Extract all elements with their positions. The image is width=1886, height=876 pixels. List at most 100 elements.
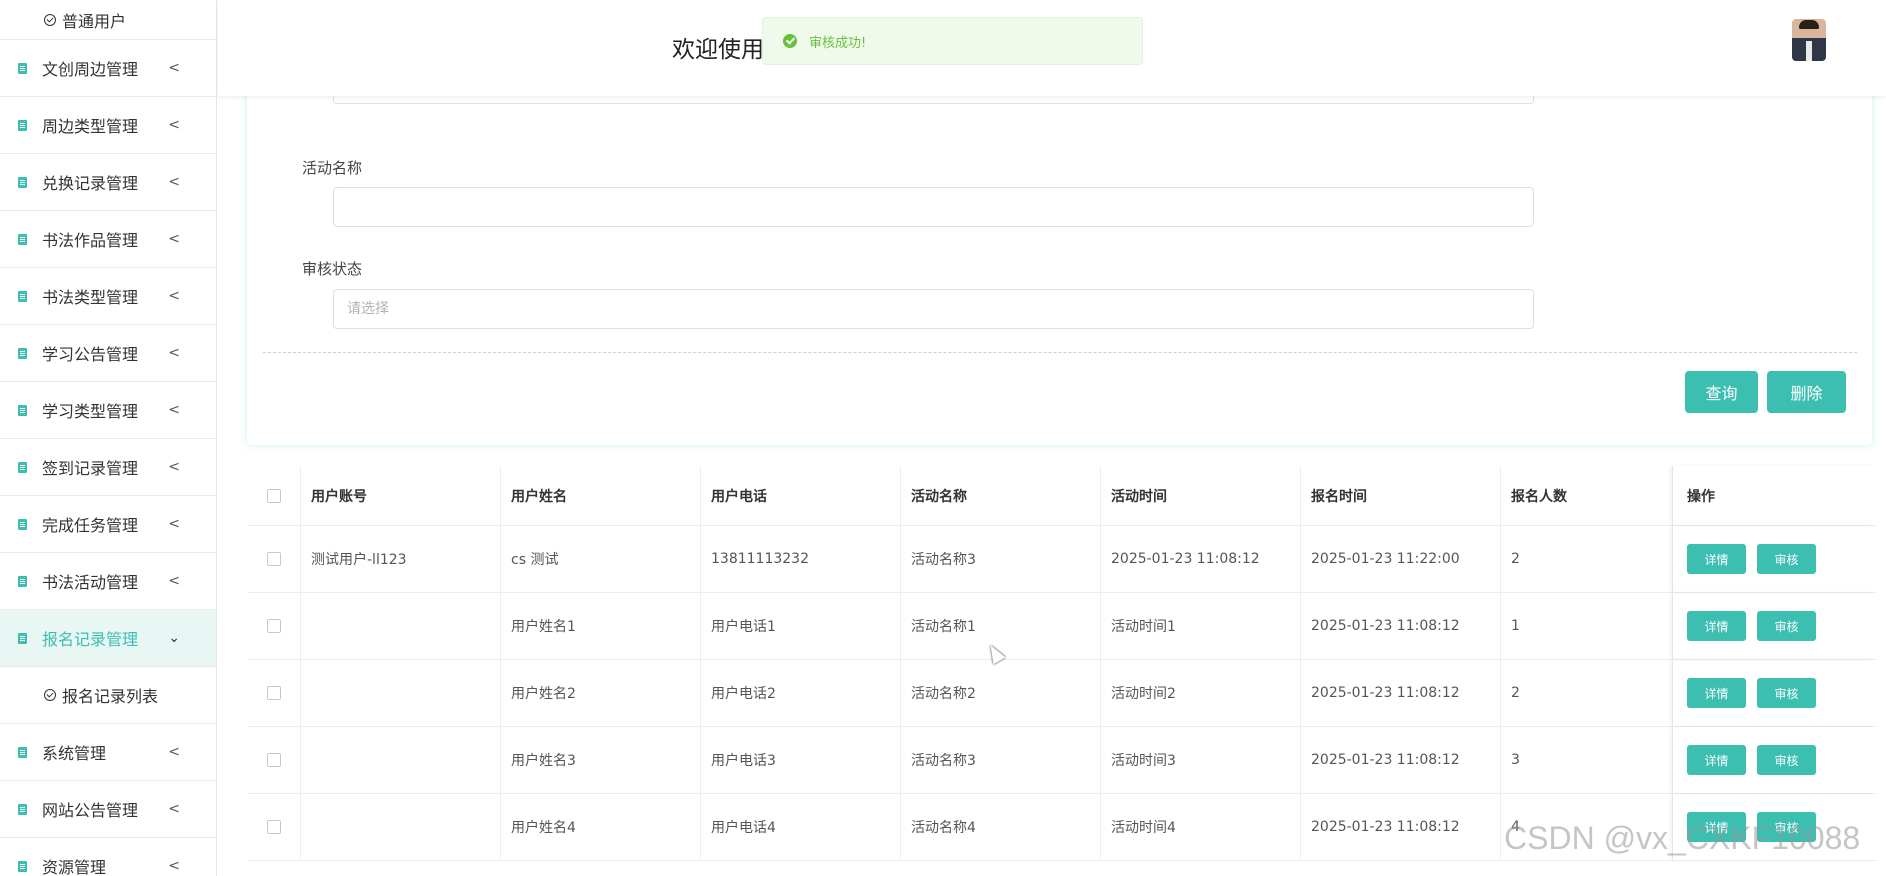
sidebar-item-label: 书法类型管理 bbox=[42, 288, 139, 307]
activity-name-label: 活动名称 bbox=[302, 159, 363, 177]
table-cell: 2025-01-23 11:08:12 bbox=[1301, 794, 1501, 860]
audit-button[interactable]: 审核 bbox=[1757, 745, 1816, 775]
row-checkbox[interactable] bbox=[266, 686, 281, 700]
detail-button[interactable]: 详情 bbox=[1687, 745, 1746, 775]
chevron-icon: < bbox=[168, 516, 180, 532]
detail-button[interactable]: 详情 bbox=[1687, 544, 1746, 574]
sidebar-subitem-normal-user[interactable]: 普通用户 bbox=[0, 0, 216, 40]
sidebar-item[interactable]: 系统管理 < bbox=[0, 724, 216, 781]
chevron-icon: ⌄ bbox=[168, 630, 180, 646]
actions-cell: 详情 审核 bbox=[1673, 660, 1876, 726]
document-icon bbox=[18, 860, 27, 872]
chevron-icon: < bbox=[168, 801, 180, 817]
sidebar-item-label: 书法活动管理 bbox=[42, 573, 139, 592]
table-cell: 测试用户-ll123 bbox=[301, 526, 501, 592]
sidebar-item[interactable]: 周边类型管理 < bbox=[0, 97, 216, 154]
table-cell: 2 bbox=[1501, 526, 1673, 592]
column-header: 活动名称 bbox=[901, 466, 1101, 525]
document-icon bbox=[18, 803, 27, 815]
table-cell: 用户姓名1 bbox=[501, 593, 701, 659]
watermark: CSDN @vx_CXKF10088 bbox=[1504, 820, 1861, 856]
success-toast: 审核成功! bbox=[762, 17, 1143, 65]
sidebar-subitem-label: 普通用户 bbox=[62, 11, 127, 31]
table-cell: 13811113232 bbox=[701, 526, 901, 592]
document-icon bbox=[18, 119, 27, 131]
chevron-icon: < bbox=[168, 858, 180, 874]
sidebar-subitem-registration-list[interactable]: 报名记录列表 bbox=[0, 667, 216, 724]
activity-name-input[interactable] bbox=[333, 187, 1534, 227]
audit-status-select[interactable]: 请选择 bbox=[333, 289, 1534, 329]
sidebar-item[interactable]: 书法活动管理 < bbox=[0, 553, 216, 610]
table-cell: 用户电话3 bbox=[701, 727, 901, 793]
column-header: 用户电话 bbox=[701, 466, 901, 525]
chevron-icon: < bbox=[168, 402, 180, 418]
avatar[interactable] bbox=[1792, 19, 1826, 61]
audit-button[interactable]: 审核 bbox=[1757, 678, 1816, 708]
row-select-cell bbox=[247, 526, 301, 592]
detail-button[interactable]: 详情 bbox=[1687, 611, 1746, 641]
column-header: 报名人数 bbox=[1501, 466, 1673, 525]
check-circle-icon bbox=[44, 13, 56, 26]
table-cell: 2025-01-23 11:08:12 bbox=[1301, 727, 1501, 793]
table-cell bbox=[301, 593, 501, 659]
detail-button[interactable]: 详情 bbox=[1687, 678, 1746, 708]
sidebar-item[interactable]: 文创周边管理 < bbox=[0, 40, 216, 97]
audit-status-label: 审核状态 bbox=[302, 260, 363, 278]
audit-button[interactable]: 审核 bbox=[1757, 611, 1816, 641]
table-cell: 活动名称2 bbox=[901, 660, 1101, 726]
sidebar-item[interactable]: 完成任务管理 < bbox=[0, 496, 216, 553]
query-button[interactable]: 查询 bbox=[1685, 371, 1758, 413]
select-all-checkbox[interactable] bbox=[266, 488, 281, 503]
chevron-icon: < bbox=[168, 117, 180, 133]
table-row: 测试用户-ll123 cs 测试 13811113232 活动名称3 2025-01-2… bbox=[247, 526, 1876, 593]
column-header: 用户姓名 bbox=[501, 466, 701, 525]
table-cell: 2025-01-23 11:08:12 bbox=[1101, 526, 1301, 592]
table-cell: 用户电话2 bbox=[701, 660, 901, 726]
document-icon bbox=[18, 347, 27, 359]
sidebar-item[interactable]: 书法类型管理 < bbox=[0, 268, 216, 325]
row-select-cell bbox=[247, 794, 301, 860]
sidebar-item-label: 兑换记录管理 bbox=[42, 174, 139, 193]
sidebar-item[interactable]: 报名记录管理 ⌄ bbox=[0, 610, 216, 667]
sidebar-item[interactable]: 兑换记录管理 < bbox=[0, 154, 216, 211]
sidebar-item[interactable]: 资源管理 < bbox=[0, 838, 216, 876]
sidebar-item[interactable]: 学习公告管理 < bbox=[0, 325, 216, 382]
table-header-row: 用户账号 用户姓名 用户电话 活动名称 活动时间 报名时间 报名人数 操作 bbox=[247, 466, 1876, 526]
sidebar-item[interactable]: 学习类型管理 < bbox=[0, 382, 216, 439]
table-row: 用户姓名2 用户电话2 活动名称2 活动时间2 2025-01-23 11:08:12 2… bbox=[247, 660, 1876, 727]
document-icon bbox=[18, 233, 27, 245]
table-row: 用户姓名3 用户电话3 活动名称3 活动时间3 2025-01-23 11:08:12 3… bbox=[247, 727, 1876, 794]
row-select-cell bbox=[247, 727, 301, 793]
check-circle-icon bbox=[44, 689, 56, 701]
sidebar-item[interactable]: 网站公告管理 < bbox=[0, 781, 216, 838]
sidebar-item-label: 报名记录管理 bbox=[42, 630, 139, 649]
table-cell: 活动时间3 bbox=[1101, 727, 1301, 793]
chevron-icon: < bbox=[168, 459, 180, 475]
table-cell: 用户姓名3 bbox=[501, 727, 701, 793]
chevron-icon: < bbox=[168, 573, 180, 589]
sidebar-item-label: 系统管理 bbox=[42, 744, 107, 763]
toast-message: 审核成功! bbox=[809, 35, 867, 51]
delete-button[interactable]: 删除 bbox=[1767, 371, 1846, 413]
actions-cell: 详情 审核 bbox=[1673, 526, 1876, 592]
column-header: 操作 bbox=[1673, 466, 1876, 525]
sidebar-item-label: 书法作品管理 bbox=[42, 231, 139, 250]
sidebar: 普通用户 文创周边管理 < 周边类型管理 < 兑换记录管理 < 书法作品管理 < 书法类型管理 <… bbox=[0, 0, 217, 876]
sidebar-item[interactable]: 书法作品管理 < bbox=[0, 211, 216, 268]
row-checkbox[interactable] bbox=[266, 820, 281, 834]
sidebar-item[interactable]: 签到记录管理 < bbox=[0, 439, 216, 496]
row-checkbox[interactable] bbox=[266, 619, 281, 633]
chevron-icon: < bbox=[168, 288, 180, 304]
table-cell: 用户电话1 bbox=[701, 593, 901, 659]
table-cell: 活动时间4 bbox=[1101, 794, 1301, 860]
document-icon bbox=[18, 461, 27, 473]
table-cell: 用户姓名4 bbox=[501, 794, 701, 860]
audit-button[interactable]: 审核 bbox=[1757, 544, 1816, 574]
row-checkbox[interactable] bbox=[266, 753, 281, 767]
sidebar-item-label: 周边类型管理 bbox=[42, 117, 139, 136]
table-cell: 2 bbox=[1501, 660, 1673, 726]
row-checkbox[interactable] bbox=[266, 552, 281, 566]
sidebar-item-label: 签到记录管理 bbox=[42, 459, 139, 478]
table-cell: 2025-01-23 11:08:12 bbox=[1301, 593, 1501, 659]
table-cell: 活动时间1 bbox=[1101, 593, 1301, 659]
